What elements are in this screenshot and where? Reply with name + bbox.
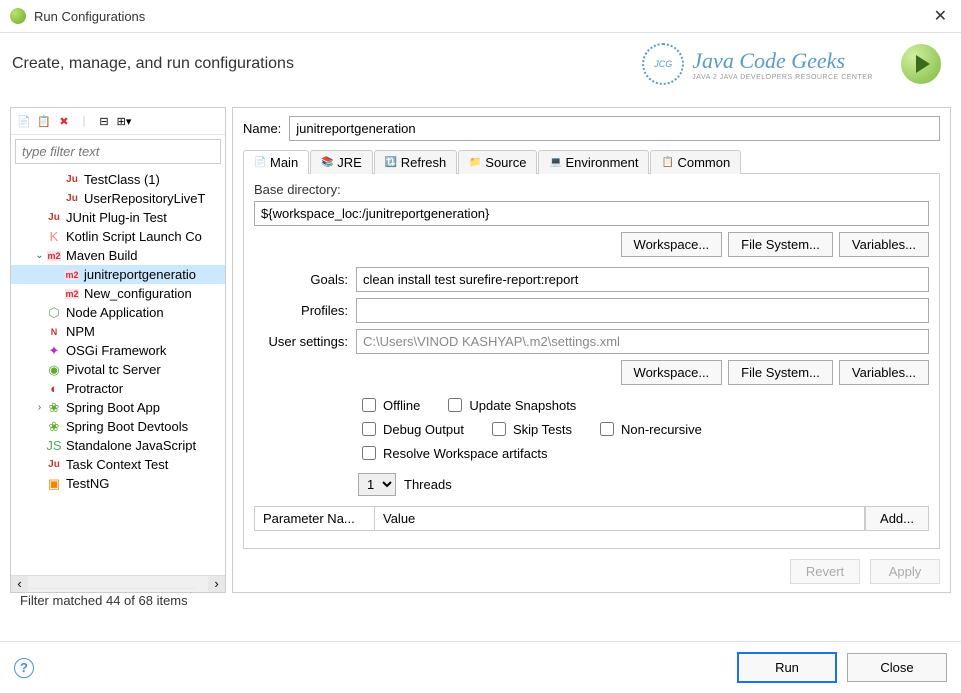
brand-name: Java Code Geeks (692, 48, 873, 74)
resolve-workspace-checkbox[interactable]: Resolve Workspace artifacts (358, 443, 548, 463)
tree-toolbar: 📄 📋 ✖ | ⊟ ⊞▾ (11, 108, 225, 135)
left-pane: 📄 📋 ✖ | ⊟ ⊞▾ JuTestClass (1)JuUserReposi… (10, 107, 226, 593)
name-input[interactable] (289, 116, 940, 141)
banner: Create, manage, and run configurations J… (0, 33, 961, 101)
add-button[interactable]: Add... (865, 507, 928, 530)
workspace-button-2[interactable]: Workspace... (621, 360, 723, 385)
goals-label: Goals: (254, 272, 348, 287)
base-dir-label: Base directory: (254, 182, 929, 197)
threads-label: Threads (404, 477, 452, 492)
offline-checkbox[interactable]: Offline (358, 395, 420, 415)
delete-icon[interactable]: ✖ (55, 112, 73, 130)
apply-button: Apply (870, 559, 940, 584)
headline: Create, manage, and run configurations (12, 55, 642, 73)
tree-item[interactable]: ✦OSGi Framework (11, 341, 225, 360)
help-icon[interactable]: ? (14, 658, 34, 678)
filesystem-button-2[interactable]: File System... (728, 360, 833, 385)
titlebar: Run Configurations ✕ (0, 0, 961, 33)
tab-jre[interactable]: 📚JRE (310, 150, 373, 174)
play-icon[interactable] (901, 44, 941, 84)
tab-common[interactable]: 📋Common (650, 150, 741, 174)
variables-button[interactable]: Variables... (839, 232, 929, 257)
tree-item[interactable]: JuUserRepositoryLiveT (11, 189, 225, 208)
profiles-input[interactable] (356, 298, 929, 323)
duplicate-icon[interactable]: 📋 (35, 112, 53, 130)
tree-item[interactable]: ›❀Spring Boot App (11, 398, 225, 417)
tree-item[interactable]: ❀Spring Boot Devtools (11, 417, 225, 436)
non-recursive-checkbox[interactable]: Non-recursive (596, 419, 702, 439)
tab-source[interactable]: 📁Source (458, 150, 537, 174)
collapse-icon[interactable]: ⊞▾ (115, 112, 133, 130)
new-config-icon[interactable]: 📄 (15, 112, 33, 130)
tree-item[interactable]: ◐Protractor (11, 379, 225, 398)
tree-item[interactable]: ⬡Node Application (11, 303, 225, 322)
tree-item[interactable]: m2junitreportgeneratio (11, 265, 225, 284)
goals-input[interactable] (356, 267, 929, 292)
tree-item[interactable]: JuTestClass (1) (11, 170, 225, 189)
debug-output-checkbox[interactable]: Debug Output (358, 419, 464, 439)
jcg-logo-icon: JCG (642, 43, 684, 85)
brand-logo: JCG Java Code Geeks Java 2 Java Develope… (642, 43, 941, 85)
filter-input[interactable] (15, 139, 221, 164)
tree-item[interactable]: KKotlin Script Launch Co (11, 227, 225, 246)
window-title: Run Configurations (34, 9, 930, 24)
param-name-header[interactable]: Parameter Na... (255, 507, 375, 530)
run-button[interactable]: Run (737, 652, 837, 683)
separator: | (75, 112, 93, 130)
tree-item[interactable]: ▣TestNG (11, 474, 225, 493)
close-button[interactable]: Close (847, 653, 947, 682)
tab-environment[interactable]: 💻Environment (538, 150, 649, 174)
workspace-button[interactable]: Workspace... (621, 232, 723, 257)
tree-item[interactable]: JuJUnit Plug-in Test (11, 208, 225, 227)
tree-item[interactable]: ◉Pivotal tc Server (11, 360, 225, 379)
tree-item[interactable]: m2New_configuration (11, 284, 225, 303)
usersettings-label: User settings: (254, 334, 348, 349)
tree-item[interactable]: JuTask Context Test (11, 455, 225, 474)
variables-button-2[interactable]: Variables... (839, 360, 929, 385)
usersettings-input[interactable] (356, 329, 929, 354)
tab-bar: 📄Main📚JRE🔃Refresh📁Source💻Environment📋Com… (243, 149, 940, 174)
filter-status: Filter matched 44 of 68 items (12, 588, 196, 612)
eclipse-icon (10, 8, 26, 24)
brand-tagline: Java 2 Java Developers Resource Center (692, 74, 873, 81)
parameter-table: Parameter Na... Value Add... (254, 506, 929, 531)
filesystem-button[interactable]: File System... (728, 232, 833, 257)
param-value-header[interactable]: Value (375, 507, 865, 530)
skip-tests-checkbox[interactable]: Skip Tests (488, 419, 572, 439)
footer: ? Run Close (0, 641, 961, 693)
revert-button: Revert (790, 559, 860, 584)
tab-refresh[interactable]: 🔃Refresh (374, 150, 458, 174)
update-snapshots-checkbox[interactable]: Update Snapshots (444, 395, 576, 415)
tree-item[interactable]: JSStandalone JavaScript (11, 436, 225, 455)
threads-select[interactable]: 1 (358, 473, 396, 496)
config-tree[interactable]: JuTestClass (1)JuUserRepositoryLiveTJuJU… (11, 168, 225, 575)
profiles-label: Profiles: (254, 303, 348, 318)
name-label: Name: (243, 121, 281, 136)
tree-item[interactable]: ⌄m2Maven Build (11, 246, 225, 265)
right-pane: Name: 📄Main📚JRE🔃Refresh📁Source💻Environme… (232, 107, 951, 593)
close-icon[interactable]: ✕ (930, 6, 951, 26)
tab-main[interactable]: 📄Main (243, 150, 309, 174)
base-dir-input[interactable] (254, 201, 929, 226)
tab-main-panel: Base directory: Workspace... File System… (243, 174, 940, 549)
tree-item[interactable]: NNPM (11, 322, 225, 341)
expand-icon[interactable]: ⊟ (95, 112, 113, 130)
